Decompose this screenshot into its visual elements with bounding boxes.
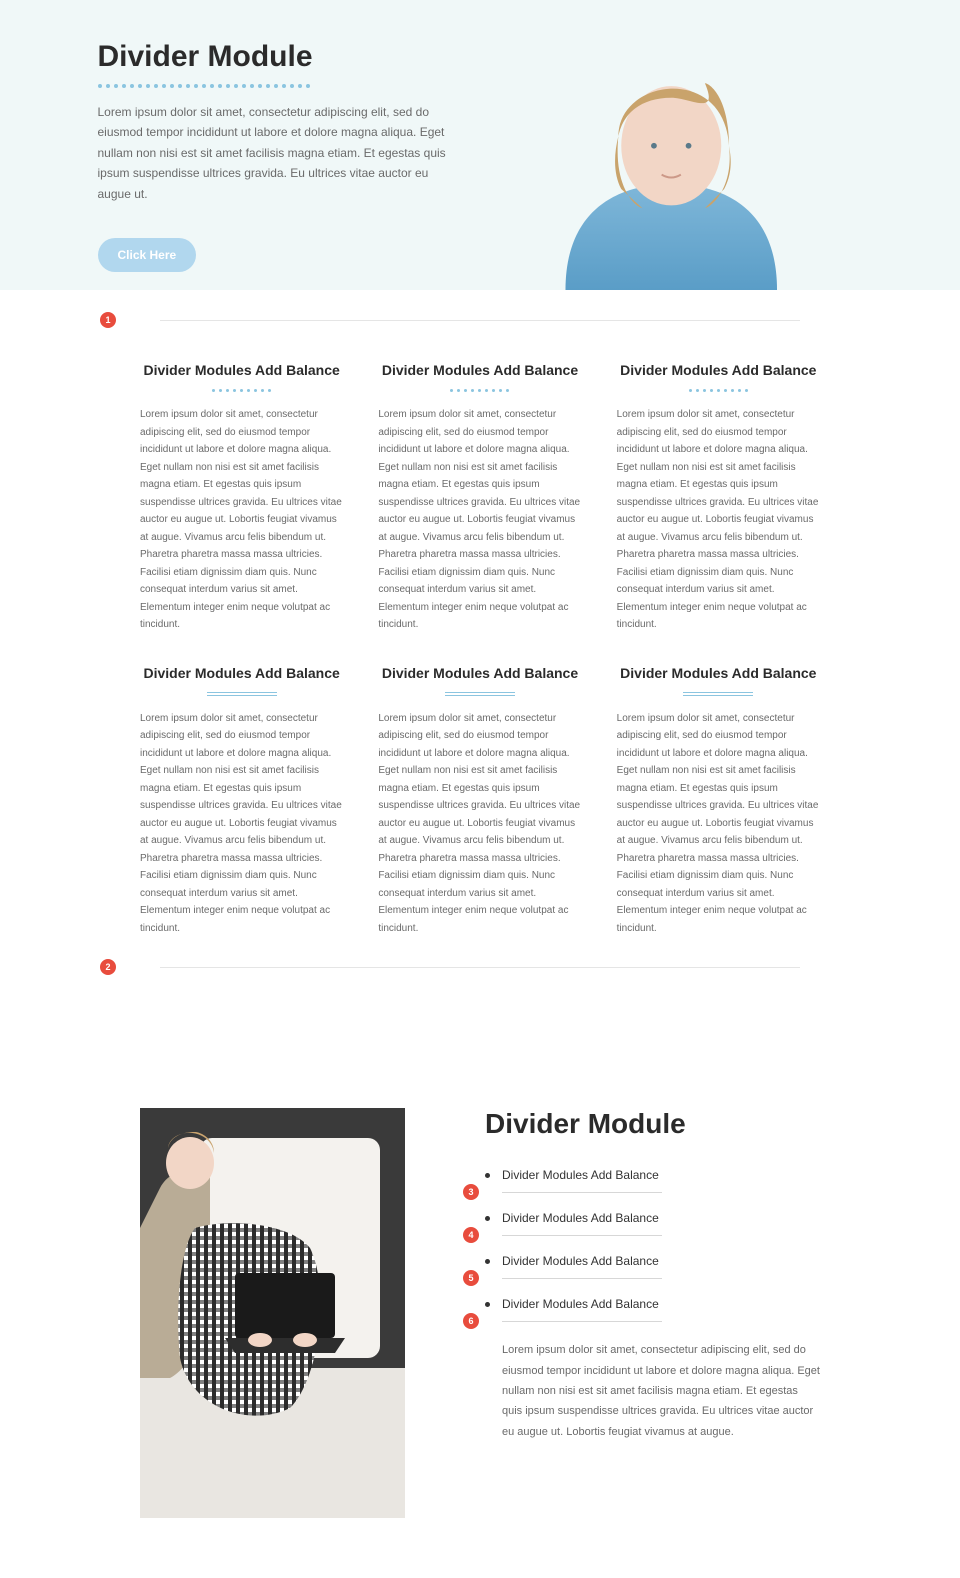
dots-divider-small [378, 389, 581, 392]
callout-badge-4: 4 [463, 1227, 479, 1243]
hero-text: Lorem ipsum dolor sit amet, consectetur … [98, 102, 451, 204]
click-here-button[interactable]: Click Here [98, 238, 197, 272]
callout-badge-5: 5 [463, 1270, 479, 1286]
card-text: Lorem ipsum dolor sit amet, consectetur … [140, 710, 343, 938]
person-photo-icon [480, 40, 863, 290]
card-text: Lorem ipsum dolor sit amet, consectetur … [617, 710, 820, 938]
card: Divider Modules Add Balance Lorem ipsum … [140, 664, 343, 938]
list-item: Divider Modules Add Balance [485, 1254, 820, 1268]
section-divider [160, 967, 800, 968]
list-item: Divider Modules Add Balance [485, 1211, 820, 1225]
card-text: Lorem ipsum dolor sit amet, consectetur … [378, 406, 581, 634]
hero-section: Divider Module Lorem ipsum dolor sit ame… [0, 0, 960, 290]
dots-divider-small [140, 389, 343, 392]
dots-divider [98, 84, 451, 88]
short-divider [502, 1235, 662, 1236]
callout-badge-6: 6 [463, 1313, 479, 1329]
card-text: Lorem ipsum dolor sit amet, consectetur … [617, 406, 820, 634]
callout-badge-3: 3 [463, 1184, 479, 1200]
card-title: Divider Modules Add Balance [617, 664, 820, 682]
card: Divider Modules Add Balance Lorem ipsum … [617, 361, 820, 634]
sofa-image [140, 1108, 405, 1518]
short-divider [502, 1278, 662, 1279]
card: Divider Modules Add Balance Lorem ipsum … [140, 361, 343, 634]
list-item: Divider Modules Add Balance [485, 1168, 820, 1182]
double-line-divider [683, 692, 753, 696]
card: Divider Modules Add Balance Lorem ipsum … [378, 361, 581, 634]
dots-divider-small [617, 389, 820, 392]
callout-badge-1: 1 [100, 312, 116, 328]
double-line-divider [445, 692, 515, 696]
short-divider [502, 1321, 662, 1322]
card-title: Divider Modules Add Balance [140, 361, 343, 379]
hero-title: Divider Module [98, 40, 451, 74]
cards-section: 1 Divider Modules Add Balance Lorem ipsu… [0, 290, 960, 1048]
bottom-section: Divider Module Divider Modules Add Balan… [0, 1048, 960, 1578]
list-item: Divider Modules Add Balance [485, 1297, 820, 1311]
card: Divider Modules Add Balance Lorem ipsum … [617, 664, 820, 938]
callout-badge-2: 2 [100, 959, 116, 975]
card: Divider Modules Add Balance Lorem ipsum … [378, 664, 581, 938]
card-title: Divider Modules Add Balance [378, 361, 581, 379]
card-text: Lorem ipsum dolor sit amet, consectetur … [140, 406, 343, 634]
bottom-paragraph: Lorem ipsum dolor sit amet, consectetur … [502, 1340, 820, 1442]
hero-image [480, 40, 863, 290]
card-text: Lorem ipsum dolor sit amet, consectetur … [378, 710, 581, 938]
card-title: Divider Modules Add Balance [140, 664, 343, 682]
short-divider [502, 1192, 662, 1193]
card-title: Divider Modules Add Balance [378, 664, 581, 682]
double-line-divider [207, 692, 277, 696]
bottom-title: Divider Module [485, 1108, 820, 1140]
card-title: Divider Modules Add Balance [617, 361, 820, 379]
section-divider [160, 320, 800, 321]
